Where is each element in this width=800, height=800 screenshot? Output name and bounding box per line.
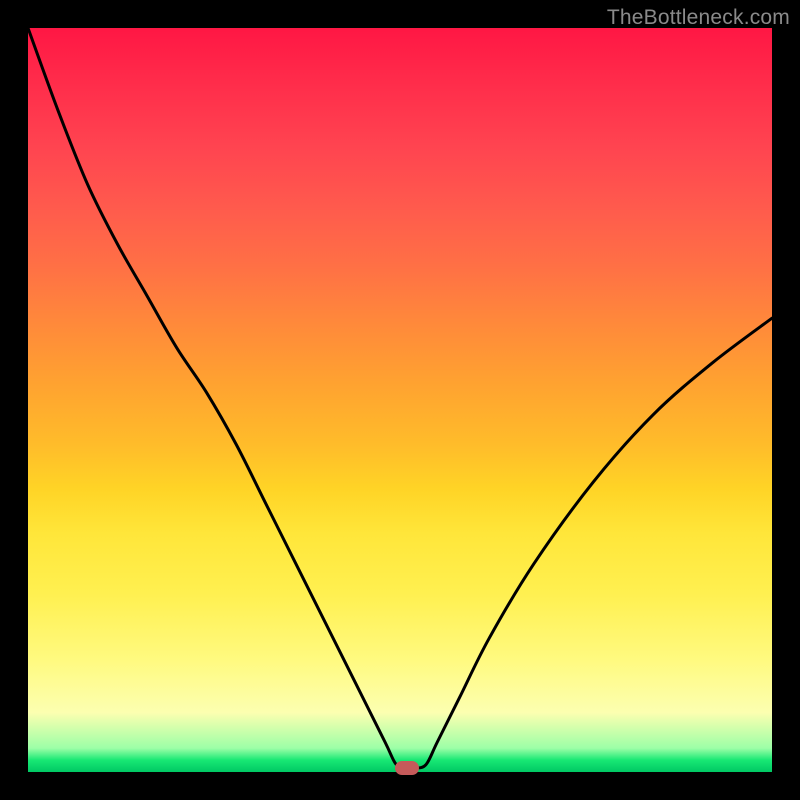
watermark-text: TheBottleneck.com [607, 6, 790, 30]
chart-frame: TheBottleneck.com [0, 0, 800, 800]
plot-area [28, 28, 772, 772]
bottleneck-curve [28, 28, 772, 772]
optimum-marker [395, 761, 419, 775]
